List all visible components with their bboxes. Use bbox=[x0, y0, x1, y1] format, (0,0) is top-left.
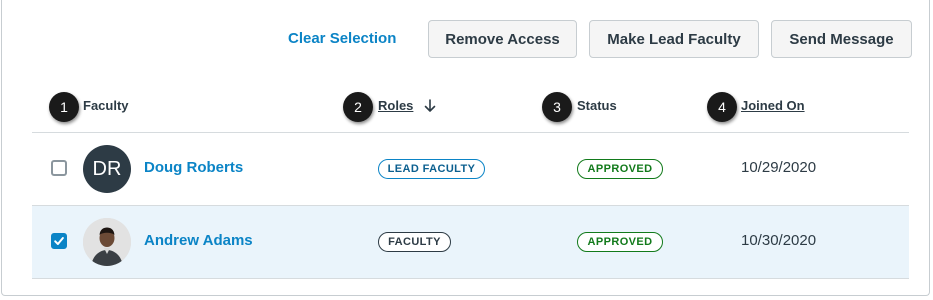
column-header-roles[interactable]: Roles bbox=[378, 98, 413, 113]
status-badge: APPROVED bbox=[577, 232, 663, 252]
joined-date: 10/29/2020 bbox=[741, 159, 817, 176]
row-checkbox[interactable] bbox=[51, 160, 67, 176]
role-badge: FACULTY bbox=[378, 232, 451, 252]
callout-4: 4 bbox=[707, 92, 737, 122]
callout-1: 1 bbox=[49, 92, 79, 122]
make-lead-faculty-button[interactable]: Make Lead Faculty bbox=[589, 20, 759, 58]
avatar: DR bbox=[83, 145, 131, 193]
column-header-status: Status bbox=[577, 98, 617, 113]
role-badge: LEAD FACULTY bbox=[378, 159, 485, 179]
row-divider bbox=[32, 278, 909, 279]
status-badge: APPROVED bbox=[577, 159, 663, 179]
faculty-panel: Clear Selection Remove Access Make Lead … bbox=[1, 0, 930, 296]
callout-3: 3 bbox=[542, 92, 572, 122]
column-header-joined-on[interactable]: Joined On bbox=[741, 98, 805, 113]
table-row: DR Doug Roberts LEAD FACULTY APPROVED 10… bbox=[32, 133, 909, 205]
clear-selection-link[interactable]: Clear Selection bbox=[288, 30, 396, 47]
table-header: 1 Faculty 2 Roles 3 Status 4 Joined On bbox=[2, 88, 929, 132]
faculty-name-link[interactable]: Doug Roberts bbox=[144, 159, 243, 176]
arrow-down-icon[interactable] bbox=[423, 98, 437, 114]
person-photo-icon bbox=[83, 218, 131, 266]
checkmark-icon bbox=[54, 237, 64, 245]
remove-access-button[interactable]: Remove Access bbox=[428, 20, 577, 58]
toolbar: Clear Selection Remove Access Make Lead … bbox=[2, 20, 929, 60]
send-message-button[interactable]: Send Message bbox=[771, 20, 912, 58]
column-header-faculty: Faculty bbox=[83, 98, 129, 113]
callout-2: 2 bbox=[343, 92, 373, 122]
joined-date: 10/30/2020 bbox=[741, 232, 817, 249]
avatar bbox=[83, 218, 131, 266]
table-row: Andrew Adams FACULTY APPROVED 10/30/2020 bbox=[32, 206, 909, 278]
faculty-name-link[interactable]: Andrew Adams bbox=[144, 232, 253, 249]
row-checkbox[interactable] bbox=[51, 233, 67, 249]
